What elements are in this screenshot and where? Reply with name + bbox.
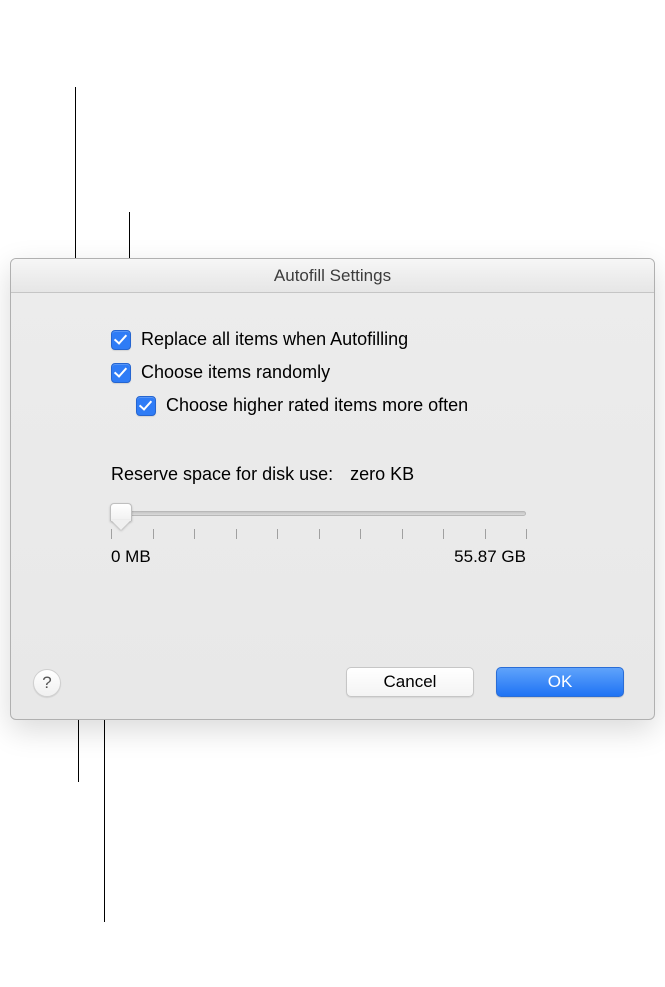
help-button[interactable]: ?: [33, 669, 61, 697]
slider-track: [111, 511, 526, 516]
reserve-slider[interactable]: [111, 503, 526, 543]
label-replace-all: Replace all items when Autofilling: [141, 329, 408, 350]
cancel-button-label: Cancel: [384, 672, 437, 692]
dialog-titlebar: Autofill Settings: [11, 259, 654, 293]
slider-tick: [111, 529, 112, 539]
option-choose-randomly-row: Choose items randomly: [111, 362, 594, 383]
slider-tick: [277, 529, 278, 539]
slider-tick: [319, 529, 320, 539]
dialog-content: Replace all items when Autofilling Choos…: [11, 293, 654, 567]
reserve-label: Reserve space for disk use:: [111, 464, 333, 484]
reserve-label-row: Reserve space for disk use: zero KB: [111, 464, 594, 485]
slider-tick: [360, 529, 361, 539]
checkbox-choose-randomly[interactable]: [111, 363, 131, 383]
reserve-space-section: Reserve space for disk use: zero KB: [111, 464, 594, 567]
slider-thumb[interactable]: [110, 503, 132, 527]
label-higher-rated: Choose higher rated items more often: [166, 395, 468, 416]
option-replace-all-row: Replace all items when Autofilling: [111, 329, 594, 350]
checkbox-higher-rated[interactable]: [136, 396, 156, 416]
dialog-title: Autofill Settings: [274, 266, 391, 286]
dialog-button-row: Cancel OK: [346, 667, 624, 697]
slider-tick: [236, 529, 237, 539]
slider-tick: [443, 529, 444, 539]
slider-tick: [402, 529, 403, 539]
slider-tick: [153, 529, 154, 539]
slider-tick: [485, 529, 486, 539]
slider-min-label: 0 MB: [111, 547, 151, 567]
slider-tick: [526, 529, 527, 539]
ok-button[interactable]: OK: [496, 667, 624, 697]
cancel-button[interactable]: Cancel: [346, 667, 474, 697]
reserve-value: zero KB: [350, 464, 414, 484]
slider-range-labels: 0 MB 55.87 GB: [111, 547, 526, 567]
checkbox-replace-all[interactable]: [111, 330, 131, 350]
ok-button-label: OK: [548, 672, 573, 692]
slider-tick: [194, 529, 195, 539]
option-higher-rated-row: Choose higher rated items more often: [136, 395, 594, 416]
autofill-settings-dialog: Autofill Settings Replace all items when…: [10, 258, 655, 720]
help-icon: ?: [42, 673, 51, 693]
label-choose-randomly: Choose items randomly: [141, 362, 330, 383]
slider-max-label: 55.87 GB: [454, 547, 526, 567]
